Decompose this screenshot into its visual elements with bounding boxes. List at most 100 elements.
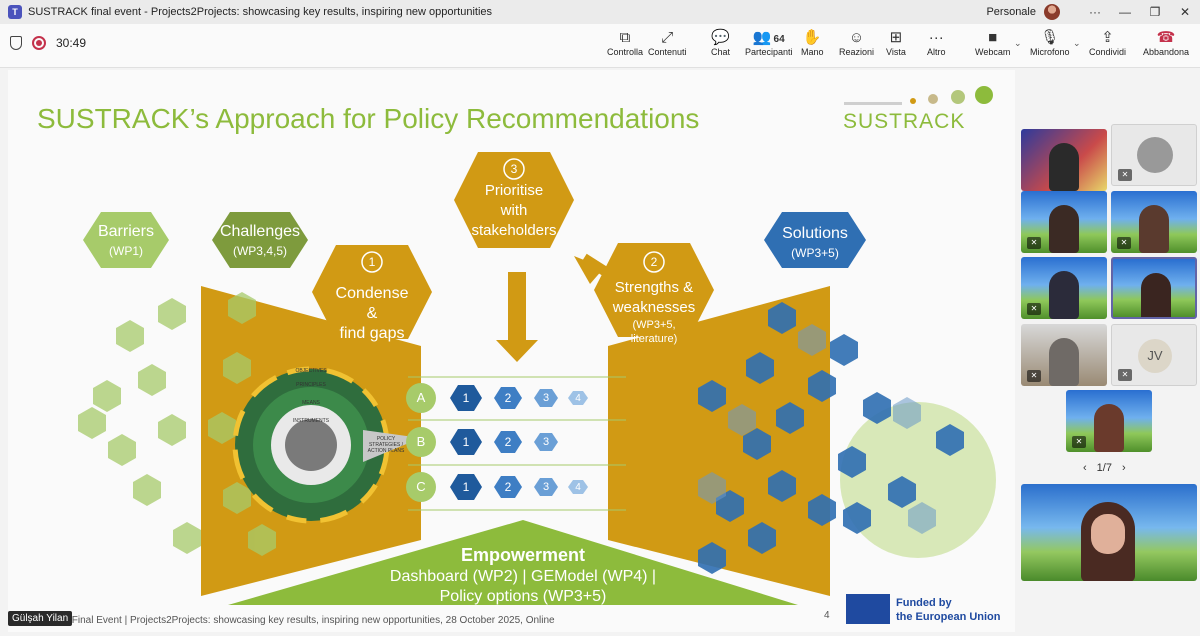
more-icon: ··· xyxy=(928,29,944,46)
shared-slide: SUSTRACK’s Approach for Policy Recommend… xyxy=(8,70,1015,632)
participant-video xyxy=(1049,338,1079,386)
empowerment-line2: Policy options (WP3+5) xyxy=(439,588,607,605)
mic-off-icon: ✕ xyxy=(1118,169,1132,181)
barriers-title: Barriers xyxy=(97,223,154,240)
meeting-toolbar: 30:49 ⧉ Controlla ⤢ Contenuti 💬 Chat 👥 64 Par… xyxy=(0,24,1200,68)
control-button[interactable]: ⧉ Controlla xyxy=(607,29,643,65)
eu-line1: Funded by xyxy=(896,597,952,609)
content-button[interactable]: ⤢ Contenuti xyxy=(648,29,687,65)
shield-icon[interactable] xyxy=(10,36,22,50)
participant-tile-active[interactable] xyxy=(1111,257,1197,319)
more-button[interactable]: ··· Altro xyxy=(927,29,946,65)
participant-tile[interactable]: ✕ xyxy=(1111,124,1197,186)
gallery-pager: ‹ 1/7 › xyxy=(1083,462,1126,474)
participant-tile[interactable]: ✕ xyxy=(1021,257,1107,319)
self-face xyxy=(1091,514,1125,554)
logo-dot xyxy=(910,98,916,104)
logo-dot xyxy=(975,86,993,104)
row-letter-b: B xyxy=(416,434,426,449)
participant-initials: JV xyxy=(1138,339,1172,373)
sustrack-logo: SUSTRACK xyxy=(843,110,966,133)
person-icon xyxy=(1137,137,1173,173)
logo-bar xyxy=(844,102,902,105)
step2-number: 2 xyxy=(650,255,658,269)
wheel-instruments: INSTRUMENTS xyxy=(292,418,330,424)
step2-line2: weaknesses xyxy=(612,299,696,316)
challenges-title: Challenges xyxy=(219,223,301,240)
self-view-tile[interactable] xyxy=(1021,484,1197,581)
profile-label[interactable]: Personale xyxy=(986,6,1036,18)
mic-off-icon: ✕ xyxy=(1118,369,1132,381)
chevron-left-icon[interactable]: ‹ xyxy=(1083,462,1087,474)
option-c2: 2 xyxy=(504,480,512,494)
participant-video xyxy=(1049,271,1079,319)
option-b1: 1 xyxy=(462,435,470,449)
step1-line1: Condense xyxy=(335,285,409,302)
participant-tile[interactable]: ✕ xyxy=(1021,191,1107,253)
option-a2: 2 xyxy=(504,391,512,405)
option-a3: 3 xyxy=(542,392,550,404)
minimize-icon[interactable]: — xyxy=(1110,5,1140,19)
restore-icon[interactable]: ❐ xyxy=(1140,5,1170,19)
step3-line3: stakeholders xyxy=(471,222,557,239)
meeting-timer: 30:49 xyxy=(56,36,87,50)
camera-icon: ■ xyxy=(988,29,998,46)
participant-tile[interactable]: ✕ xyxy=(1111,191,1197,253)
speaker-name-label: Gülşah Yilan xyxy=(8,611,73,626)
slide-title: SUSTRACK’s Approach for Policy Recommend… xyxy=(37,103,700,134)
logo-dot xyxy=(928,94,938,104)
step2-line1: Strengths & xyxy=(614,279,694,296)
participants-button[interactable]: 👥 64 Partecipanti xyxy=(745,29,793,65)
mic-off-icon: ✕ xyxy=(1027,303,1041,315)
option-c1: 1 xyxy=(462,480,470,494)
webcam-button[interactable]: ■ Webcam xyxy=(975,29,1010,65)
mic-off-icon: ✕ xyxy=(1117,237,1131,249)
chevron-down-icon[interactable]: ⌄ xyxy=(1073,38,1081,49)
step1-number: 1 xyxy=(368,255,376,269)
option-a1: 1 xyxy=(462,391,470,405)
option-grid xyxy=(406,383,588,502)
eu-funding-text: Funded by the European Union xyxy=(896,596,1001,624)
profile-avatar[interactable] xyxy=(1044,4,1060,20)
solution-circle xyxy=(840,402,996,558)
participant-video xyxy=(1094,404,1124,452)
raise-hand-icon: ✋ xyxy=(802,29,822,46)
share-icon: ⇪ xyxy=(1101,29,1114,46)
eu-flag-icon xyxy=(846,594,890,624)
option-b2: 2 xyxy=(504,435,512,449)
row-letter-c: C xyxy=(416,479,426,494)
participants-count: 64 xyxy=(773,34,785,45)
option-c3: 3 xyxy=(542,481,550,493)
chat-button[interactable]: 💬 Chat xyxy=(711,29,730,65)
window-title: SUSTRACK final event - Projects2Projects… xyxy=(28,6,493,18)
reactions-button[interactable]: ☺ Reazioni xyxy=(839,29,874,65)
participant-video xyxy=(1141,273,1171,317)
wheel-center-label: POLICY STRATEGIES / ACTION PLANS xyxy=(367,436,405,454)
mic-off-icon: 🎙 xyxy=(1040,29,1060,46)
participant-tile[interactable]: ✕ xyxy=(1066,390,1152,452)
wheel-means: MEANS xyxy=(302,400,320,406)
chevron-down-icon[interactable]: ⌄ xyxy=(1014,38,1022,49)
participant-video xyxy=(1139,205,1169,253)
empowerment-title: Empowerment xyxy=(460,545,586,565)
view-button[interactable]: ⊞ Vista xyxy=(886,29,906,65)
participant-tile[interactable]: JV ✕ xyxy=(1111,324,1197,386)
more-options-icon[interactable]: ··· xyxy=(1080,5,1110,19)
wheel-objectives: OBJECTIVES xyxy=(295,368,327,374)
row-letter-a: A xyxy=(416,390,426,405)
close-icon[interactable]: ✕ xyxy=(1170,5,1200,19)
step3-line2: with xyxy=(500,202,528,219)
chevron-right-icon[interactable]: › xyxy=(1122,462,1126,474)
raise-hand-button[interactable]: ✋ Mano xyxy=(801,29,824,65)
mic-off-icon: ✕ xyxy=(1027,237,1041,249)
chat-icon: 💬 xyxy=(711,29,730,46)
participant-video xyxy=(1049,143,1079,191)
microphone-button[interactable]: 🎙 Microfono xyxy=(1030,29,1070,65)
solutions-title: Solutions xyxy=(782,225,848,242)
share-button[interactable]: ⇪ Condividi xyxy=(1089,29,1126,65)
leave-button[interactable]: ☎ Abbandona xyxy=(1143,29,1189,65)
challenges-sub: (WP3,4,5) xyxy=(232,244,287,258)
step3-line1: Prioritise xyxy=(484,182,544,199)
participant-tile[interactable]: ✕ xyxy=(1021,324,1107,386)
participant-tile[interactable] xyxy=(1021,129,1107,191)
